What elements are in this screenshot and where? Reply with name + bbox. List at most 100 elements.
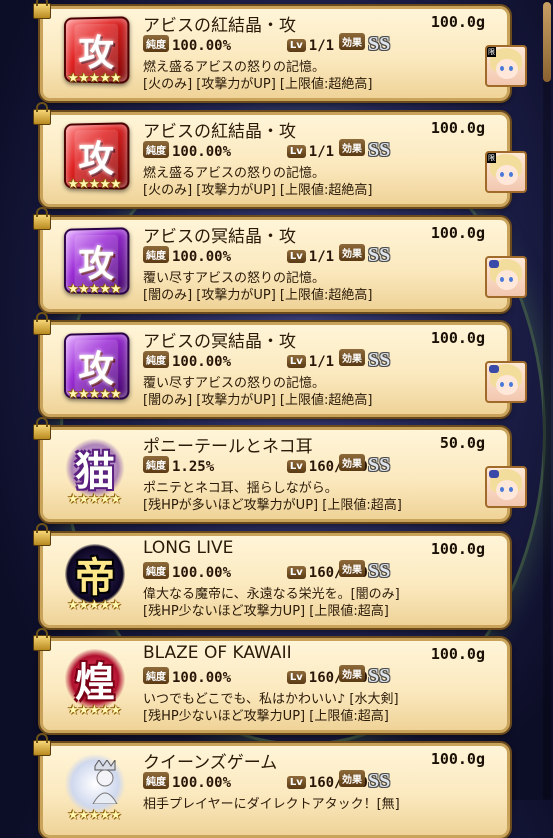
memory-card[interactable]: 攻 ★★★★★ アビスの冥結晶・攻 100.0g 純度 100.00% Lv 1/1… xyxy=(33,207,527,312)
item-price: 100.0g xyxy=(430,224,485,242)
purity-value: 100.00% xyxy=(172,775,232,791)
item-description: 相手プレイヤーにダイレクトアタック！[無] xyxy=(143,797,400,812)
purity-label: 純度 xyxy=(143,141,169,158)
item-tags: [残HP少ないほど攻撃力UP] [上限値:超高] xyxy=(143,709,389,724)
effect-rank-badge: SS xyxy=(368,454,391,476)
lock-icon[interactable] xyxy=(33,523,51,546)
level-label: Lv xyxy=(286,776,306,789)
memory-card[interactable]: 攻 ★★★★★ アビスの紅結晶・攻 100.0g 純度 100.00% Lv 1/1… xyxy=(33,0,527,101)
effect-rank-badge: SS xyxy=(368,665,391,687)
item-name: LONG LIVE xyxy=(143,538,234,558)
item-icon-frame: 帝 ★★★★★ xyxy=(55,542,133,620)
item-price: 100.0g xyxy=(430,645,485,663)
item-icon-frame: 猫 ★★★★★ xyxy=(55,436,133,514)
item-icon-frame: ★★★★★ xyxy=(55,752,133,830)
purity-label: 純度 xyxy=(143,246,169,263)
item-price: 100.0g xyxy=(430,329,485,347)
effect-rank-badge: SS xyxy=(368,560,391,582)
effect-label: 効果 xyxy=(339,139,365,156)
purity-label: 純度 xyxy=(143,351,169,368)
effect-group: 効果 SS xyxy=(339,560,390,583)
level-label: Lv xyxy=(286,566,306,579)
effect-label: 効果 xyxy=(339,454,365,471)
lock-icon[interactable] xyxy=(33,733,51,756)
purity-label: 純度 xyxy=(143,562,169,579)
lock-icon[interactable] xyxy=(33,207,51,230)
purity-value: 100.00% xyxy=(172,354,232,370)
memory-card[interactable]: 攻 ★★★★★ アビスの紅結晶・攻 100.0g 純度 100.00% Lv 1/1… xyxy=(33,102,527,207)
item-icon-frame: 攻 ★★★★★ xyxy=(55,226,133,304)
item-icon-frame: 煌 ★★★★★ xyxy=(55,647,133,725)
purity-value: 100.00% xyxy=(172,38,232,54)
effect-group: 効果 SS xyxy=(339,770,390,793)
level-label: Lv xyxy=(286,671,306,684)
lock-icon[interactable] xyxy=(33,0,51,19)
scrollbar[interactable] xyxy=(543,0,551,800)
item-tags: [火のみ] [攻撃力がUP] [上限値:超絶高] xyxy=(143,77,373,92)
emperor-emblem-icon: 帝 xyxy=(65,544,125,604)
cat-emblem-icon: 猫 xyxy=(65,438,125,498)
item-price: 100.0g xyxy=(430,540,485,558)
lock-icon[interactable] xyxy=(33,628,51,651)
item-tags: [闇のみ] [攻撃力がUP] [上限値:超絶高] xyxy=(143,288,373,303)
item-name: アビスの冥結晶・攻 xyxy=(143,227,296,247)
purity-value: 100.00% xyxy=(172,670,232,686)
effect-rank-badge: SS xyxy=(368,349,391,371)
equipped-character-avatar[interactable] xyxy=(485,256,527,298)
rarity-stars: ★★★★★ xyxy=(67,703,121,718)
effect-group: 効果 SS xyxy=(339,665,390,688)
equipped-character-avatar[interactable]: 限 xyxy=(485,45,527,87)
rarity-stars: ★★★★★ xyxy=(67,492,121,507)
purity-value: 100.00% xyxy=(172,249,232,265)
purity-label: 純度 xyxy=(143,456,169,473)
item-name: アビスの冥結晶・攻 xyxy=(143,332,296,352)
effect-rank-badge: SS xyxy=(368,33,391,55)
item-icon-frame: 攻 ★★★★★ xyxy=(55,121,133,199)
memory-card[interactable]: 煌 ★★★★★ BLAZE OF KAWAII 100.0g 純度 100.00%… xyxy=(33,628,510,733)
item-price: 50.0g xyxy=(439,434,485,452)
purity-value: 100.00% xyxy=(172,144,232,160)
item-name: クイーンズゲーム xyxy=(143,753,278,773)
purity-value: 1.25% xyxy=(172,459,215,475)
item-tags: [闇のみ] [攻撃力がUP] [上限値:超絶高] xyxy=(143,393,373,408)
effect-label: 効果 xyxy=(339,560,365,577)
item-name: アビスの紅結晶・攻 xyxy=(143,122,296,142)
level-label: Lv xyxy=(286,460,306,473)
purity-value: 100.00% xyxy=(172,565,232,581)
avatar-badge: 限 xyxy=(487,47,496,57)
item-price: 100.0g xyxy=(430,750,485,768)
level-label: Lv xyxy=(286,145,306,158)
memory-card[interactable]: ★★★★★ クイーンズゲーム 100.0g 純度100.00% Lv160/16… xyxy=(33,733,510,838)
item-tags: [火のみ] [攻撃力がUP] [上限値:超絶高] xyxy=(143,183,373,198)
item-tags: [残HP少ないほど攻撃力UP] [上限値:超高] xyxy=(143,604,389,619)
equipped-character-avatar[interactable] xyxy=(485,361,527,403)
purity-label: 純度 xyxy=(143,35,169,52)
rarity-stars: ★★★★★ xyxy=(67,282,121,297)
effect-label: 効果 xyxy=(339,33,365,50)
effect-group: 効果 SS xyxy=(339,349,390,372)
effect-rank-badge: SS xyxy=(368,770,391,792)
scrollbar-thumb[interactable] xyxy=(543,2,551,82)
memory-card[interactable]: 猫 ★★★★★ ポニーテールとネコ耳 50.0g 純度1.25% Lv160/1… xyxy=(33,417,527,522)
effect-group: 効果 SS xyxy=(339,139,390,162)
equipped-character-avatar[interactable]: 限 xyxy=(485,151,527,193)
item-price: 100.0g xyxy=(430,13,485,31)
level-label: Lv xyxy=(286,39,306,52)
lock-icon[interactable] xyxy=(33,417,51,440)
effect-group: 効果 SS xyxy=(339,454,390,477)
lock-icon[interactable] xyxy=(33,312,51,335)
rarity-stars: ★★★★★ xyxy=(67,177,121,192)
memory-card[interactable]: 帝 ★★★★★ LONG LIVE 100.0g 純度100.00% Lv160… xyxy=(33,523,510,628)
blaze-emblem-icon: 煌 xyxy=(65,649,125,709)
memory-card[interactable]: 攻 ★★★★★ アビスの冥結晶・攻 100.0g 純度 100.00% Lv 1/1… xyxy=(33,312,527,417)
item-name: ポニーテールとネコ耳 xyxy=(143,437,313,457)
effect-label: 効果 xyxy=(339,349,365,366)
effect-rank-badge: SS xyxy=(368,244,391,266)
equipped-character-avatar[interactable] xyxy=(485,466,527,508)
item-tags: [残HPが多いほど攻撃力がUP] [上限値:超高] xyxy=(143,498,402,513)
purity-label: 純度 xyxy=(143,667,169,684)
queen-emblem-icon xyxy=(65,754,125,814)
rarity-stars: ★★★★★ xyxy=(67,808,121,823)
lock-icon[interactable] xyxy=(33,102,51,125)
rarity-stars: ★★★★★ xyxy=(67,71,121,86)
